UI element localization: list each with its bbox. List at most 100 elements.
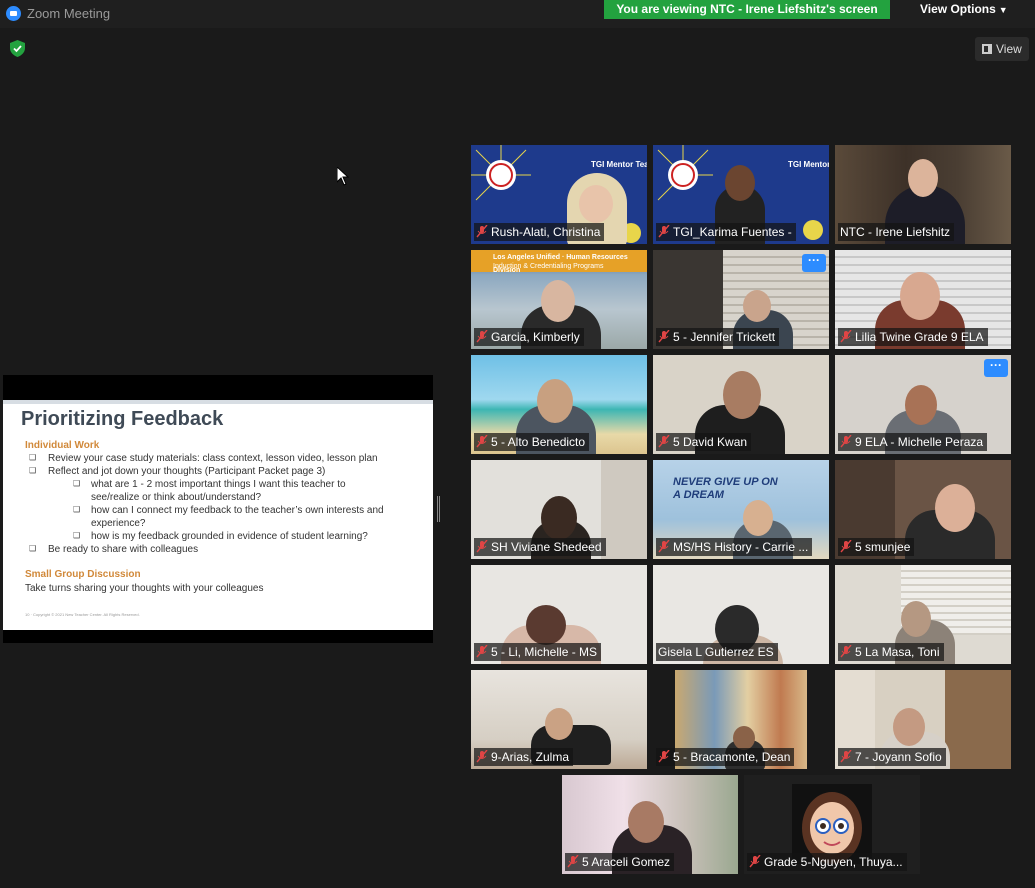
participant-tile[interactable]: Grade 5-Nguyen, Thuya...: [744, 775, 920, 874]
presentation-slide: Prioritizing Feedback Individual Work ❑ …: [3, 400, 433, 630]
slide-item: Be ready to share with colleagues: [48, 544, 199, 555]
shared-screen[interactable]: Prioritizing Feedback Individual Work ❑ …: [3, 375, 433, 643]
muted-mic-icon: [658, 750, 670, 763]
participant-name: Lilia Twine Grade 9 ELA: [838, 328, 988, 346]
slide-item: what are 1 - 2 most important things I w…: [91, 479, 346, 490]
viewing-screen-banner: You are viewing NTC - Irene Liefshitz's …: [604, 0, 890, 19]
participant-name: MS/HS History - Carrie ...: [656, 538, 813, 556]
participant-tile[interactable]: 5 - Alto Benedicto: [471, 355, 647, 454]
participant-tile[interactable]: 5 Araceli Gomez: [562, 775, 738, 874]
muted-mic-icon: [840, 645, 852, 658]
participant-tile[interactable]: 5 David Kwan: [653, 355, 829, 454]
checkbox-bullet-icon: ❑: [29, 544, 37, 553]
muted-mic-icon: [840, 435, 852, 448]
shield-icon[interactable]: [10, 40, 25, 57]
muted-mic-icon: [476, 435, 488, 448]
view-layout-button[interactable]: View: [975, 37, 1029, 61]
muted-mic-icon: [658, 435, 670, 448]
participant-tile[interactable]: ··· 9 ELA - Michelle Peraza: [835, 355, 1011, 454]
more-options-button[interactable]: ···: [984, 359, 1008, 377]
participant-tile[interactable]: TGI Mentor Team Rush-Alati, Christina: [471, 145, 647, 244]
checkbox-bullet-icon: ❑: [29, 453, 37, 462]
participant-tile[interactable]: 5 smunjee: [835, 460, 1011, 559]
participant-name: 5 La Masa, Toni: [838, 643, 944, 661]
muted-mic-icon: [476, 540, 488, 553]
muted-mic-icon: [567, 855, 579, 868]
slide-closing-text: Take turns sharing your thoughts with yo…: [25, 583, 264, 594]
checkbox-bullet-icon: ❑: [73, 505, 81, 514]
participant-name: 5 - Li, Michelle - MS: [474, 643, 602, 661]
muted-mic-icon: [840, 330, 852, 343]
bitmoji-avatar: [792, 784, 872, 864]
slide-title: Prioritizing Feedback: [21, 408, 224, 430]
muted-mic-icon: [476, 225, 488, 238]
slide-item: experience?: [91, 518, 146, 529]
participant-name: 5 - Jennifer Trickett: [656, 328, 780, 346]
slide-footer: 10 · Copyright © 2021 New Teacher Center…: [25, 612, 140, 617]
window-title: Zoom Meeting: [27, 6, 111, 21]
view-options-label: View Options: [920, 2, 996, 16]
lausd-banner-subtext: Induction & Credentialing Programs: [493, 263, 604, 270]
participant-tile[interactable]: TGI Mentor Team TGI_Karima Fuentes -: [653, 145, 829, 244]
more-options-button[interactable]: ···: [802, 254, 826, 272]
mentor-team-text: TGI Mentor Team: [591, 160, 647, 169]
participant-tile[interactable]: Lilia Twine Grade 9 ELA: [835, 250, 1011, 349]
view-label: View: [996, 42, 1022, 56]
slide-section-heading: Individual Work: [25, 440, 100, 451]
slide-item: Reflect and jot down your thoughts (Part…: [48, 466, 326, 477]
participant-name: 5 David Kwan: [656, 433, 752, 451]
muted-mic-icon: [476, 750, 488, 763]
muted-mic-icon: [840, 540, 852, 553]
muted-mic-icon: [658, 330, 670, 343]
participant-name: TGI_Karima Fuentes -: [656, 223, 796, 241]
mural-text: NEVER GIVE UP ON A DREAM: [673, 476, 778, 501]
view-options-button[interactable]: View Options ▼: [908, 0, 1012, 19]
participant-tile[interactable]: ··· 5 - Jennifer Trickett: [653, 250, 829, 349]
slide-section-heading: Small Group Discussion: [25, 569, 141, 580]
slide-item: see/realize or think about/understand?: [91, 492, 262, 503]
participant-tile[interactable]: 5 - Li, Michelle - MS: [471, 565, 647, 664]
muted-mic-icon: [840, 750, 852, 763]
zoom-app-icon: [6, 6, 21, 21]
participant-name: 9 ELA - Michelle Peraza: [838, 433, 988, 451]
checkbox-bullet-icon: ❑: [29, 466, 37, 475]
participant-name: 5 - Alto Benedicto: [474, 433, 590, 451]
checkbox-bullet-icon: ❑: [73, 531, 81, 540]
participant-name: Garcia, Kimberly: [474, 328, 584, 346]
participant-name: 9-Arias, Zulma: [474, 748, 574, 766]
participant-name: 7 - Joyann Sofio: [838, 748, 946, 766]
participant-tile[interactable]: 9-Arias, Zulma: [471, 670, 647, 769]
slide-item: how is my feedback grounded in evidence …: [91, 531, 368, 542]
muted-mic-icon: [476, 330, 488, 343]
gallery-grid-icon: [982, 44, 992, 54]
participant-name: NTC - Irene Liefshitz: [838, 223, 955, 241]
slide-top-bar: [3, 400, 433, 404]
participant-tile[interactable]: SH Viviane Shedeed: [471, 460, 647, 559]
muted-mic-icon: [658, 540, 670, 553]
participant-tile[interactable]: 7 - Joyann Sofio: [835, 670, 1011, 769]
mentor-team-text: TGI Mentor Team: [788, 160, 829, 169]
participant-tile[interactable]: NEVER GIVE UP ON A DREAM MS/HS History -…: [653, 460, 829, 559]
participant-name: 5 smunjee: [838, 538, 915, 556]
muted-mic-icon: [658, 225, 670, 238]
participant-name: Grade 5-Nguyen, Thuya...: [747, 853, 907, 871]
participant-tile[interactable]: Los Angeles Unified · Human Resources Di…: [471, 250, 647, 349]
checkbox-bullet-icon: ❑: [73, 479, 81, 488]
title-bar: Zoom Meeting You are viewing NTC - Irene…: [0, 0, 1035, 28]
participant-tile[interactable]: 5 - Bracamonte, Dean: [653, 670, 829, 769]
slide-item: how can I connect my feedback to the tea…: [91, 505, 384, 516]
participant-tile[interactable]: Gisela L Gutierrez ES: [653, 565, 829, 664]
participant-name: SH Viviane Shedeed: [474, 538, 606, 556]
split-resize-handle[interactable]: [437, 496, 440, 522]
chevron-down-icon: ▼: [998, 5, 1008, 15]
participant-name: Rush-Alati, Christina: [474, 223, 605, 241]
participant-name: 5 Araceli Gomez: [565, 853, 675, 871]
participant-tile[interactable]: 5 La Masa, Toni: [835, 565, 1011, 664]
participant-name: Gisela L Gutierrez ES: [656, 643, 778, 661]
mouse-cursor-icon: [337, 167, 349, 186]
muted-mic-icon: [476, 645, 488, 658]
participant-tile-active-speaker[interactable]: NTC - Irene Liefshitz: [835, 145, 1011, 244]
muted-mic-icon: [749, 855, 761, 868]
slide-item: Review your case study materials: class …: [48, 453, 378, 464]
participant-name: 5 - Bracamonte, Dean: [656, 748, 795, 766]
